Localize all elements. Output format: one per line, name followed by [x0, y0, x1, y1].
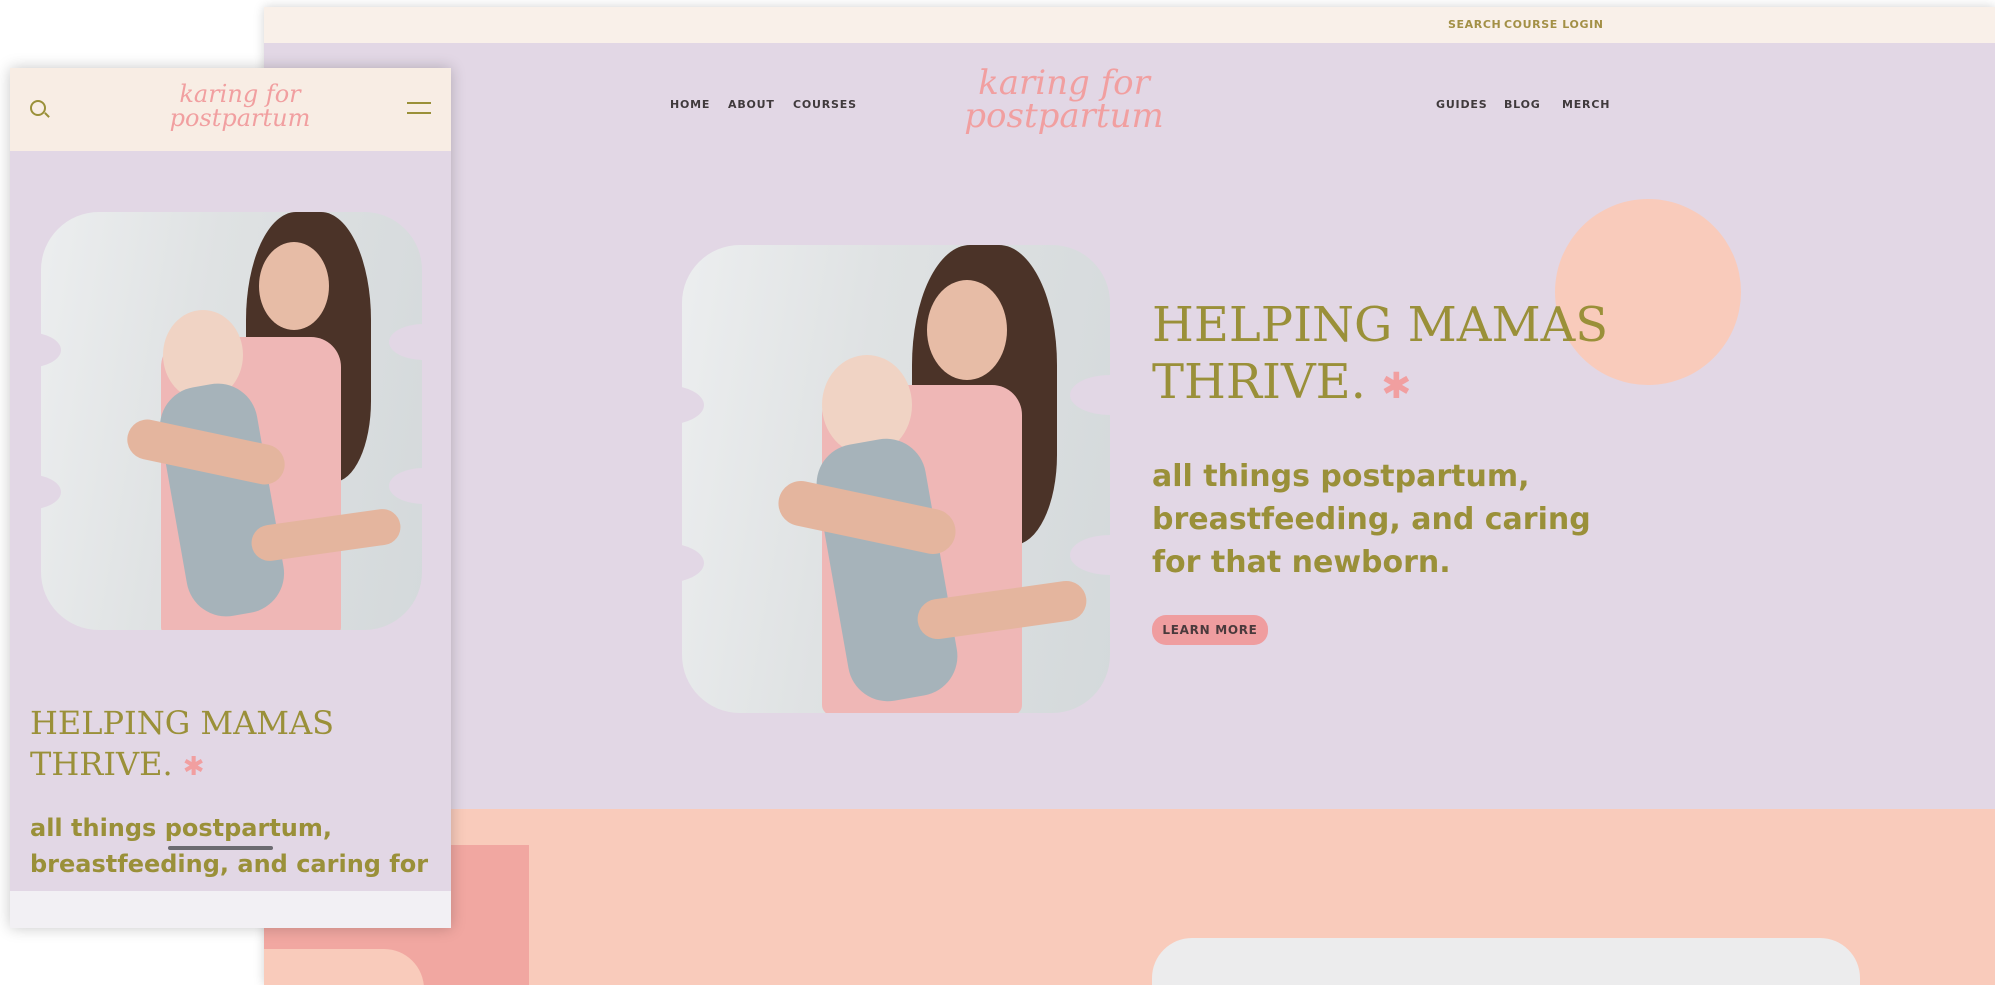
- learn-more-button[interactable]: LEARN MORE: [1152, 615, 1268, 645]
- mobile-hero-title-line2-wrap: THRIVE. ✱: [30, 744, 334, 788]
- desktop-view: SEARCH COURSE LOGIN HOME ABOUT COURSES k…: [264, 7, 1995, 985]
- nav-about[interactable]: ABOUT: [728, 98, 775, 111]
- hero-subtitle-line3: for that newborn.: [1152, 545, 1451, 580]
- mobile-hero-photo: [41, 212, 422, 630]
- photo-scallop: [1070, 375, 1110, 415]
- hero-subtitle-line2: breastfeeding, and caring: [1152, 502, 1591, 537]
- mobile-hero-subtitle-line1: all things postpartum,: [30, 814, 333, 842]
- photo-scallop: [1070, 535, 1110, 575]
- photo-scallop: [41, 332, 61, 368]
- hero-subtitle: all things postpartum, breastfeeding, an…: [1152, 455, 1591, 584]
- photo-scallop: [682, 385, 704, 425]
- mobile-logo-line1: karing for: [179, 80, 301, 108]
- mobile-header: karing for postpartum: [10, 68, 451, 151]
- hero-subtitle-line1: all things postpartum,: [1152, 459, 1530, 494]
- photo-scallop: [41, 474, 61, 510]
- search-icon[interactable]: [30, 100, 46, 116]
- logo-line2: postpartum: [964, 96, 1164, 136]
- mobile-hero-subtitle-line2: breastfeeding, and caring for: [30, 850, 429, 878]
- site-logo[interactable]: karing for postpartum: [904, 66, 1224, 136]
- hero-title-line2-wrap: THRIVE. ✱: [1152, 354, 1608, 411]
- mobile-view: karing for postpartum HELPING MAMAS THRI…: [10, 68, 451, 928]
- nav-guides[interactable]: GUIDES: [1436, 98, 1487, 111]
- mobile-hero-title: HELPING MAMAS THRIVE. ✱: [30, 703, 334, 788]
- nav-blog[interactable]: BLOG: [1504, 98, 1541, 111]
- mobile-bottom-bar: [10, 891, 451, 928]
- section-image-card: [1152, 938, 1860, 985]
- hero-photo: [682, 245, 1110, 713]
- decorative-notch: [264, 949, 424, 985]
- search-link[interactable]: SEARCH: [1448, 18, 1501, 31]
- mobile-site-logo[interactable]: karing for postpartum: [150, 82, 330, 130]
- photo-scallop: [682, 543, 704, 583]
- hamburger-menu-icon[interactable]: [407, 102, 431, 114]
- mobile-hero-title-line2: THRIVE.: [30, 745, 173, 783]
- course-login-link[interactable]: COURSE LOGIN: [1504, 18, 1604, 31]
- asterisk-icon: ✱: [1381, 365, 1412, 407]
- hero-title: HELPING MAMAS THRIVE. ✱: [1152, 297, 1608, 410]
- hero-title-line2: THRIVE.: [1152, 353, 1366, 410]
- photo-scallop: [389, 324, 422, 360]
- hero-title-line1: HELPING MAMAS: [1152, 297, 1609, 353]
- mobile-hero-title-line1: HELPING MAMAS: [30, 704, 335, 742]
- top-utility-bar: SEARCH COURSE LOGIN: [264, 7, 1995, 43]
- asterisk-icon: ✱: [182, 752, 205, 782]
- home-indicator[interactable]: [168, 846, 273, 850]
- nav-courses[interactable]: COURSES: [793, 98, 857, 111]
- peach-section: [264, 809, 1995, 985]
- mobile-logo-line2: postpartum: [169, 104, 311, 132]
- nav-home[interactable]: HOME: [670, 98, 710, 111]
- photo-scallop: [389, 468, 422, 504]
- nav-merch[interactable]: MERCH: [1562, 98, 1610, 111]
